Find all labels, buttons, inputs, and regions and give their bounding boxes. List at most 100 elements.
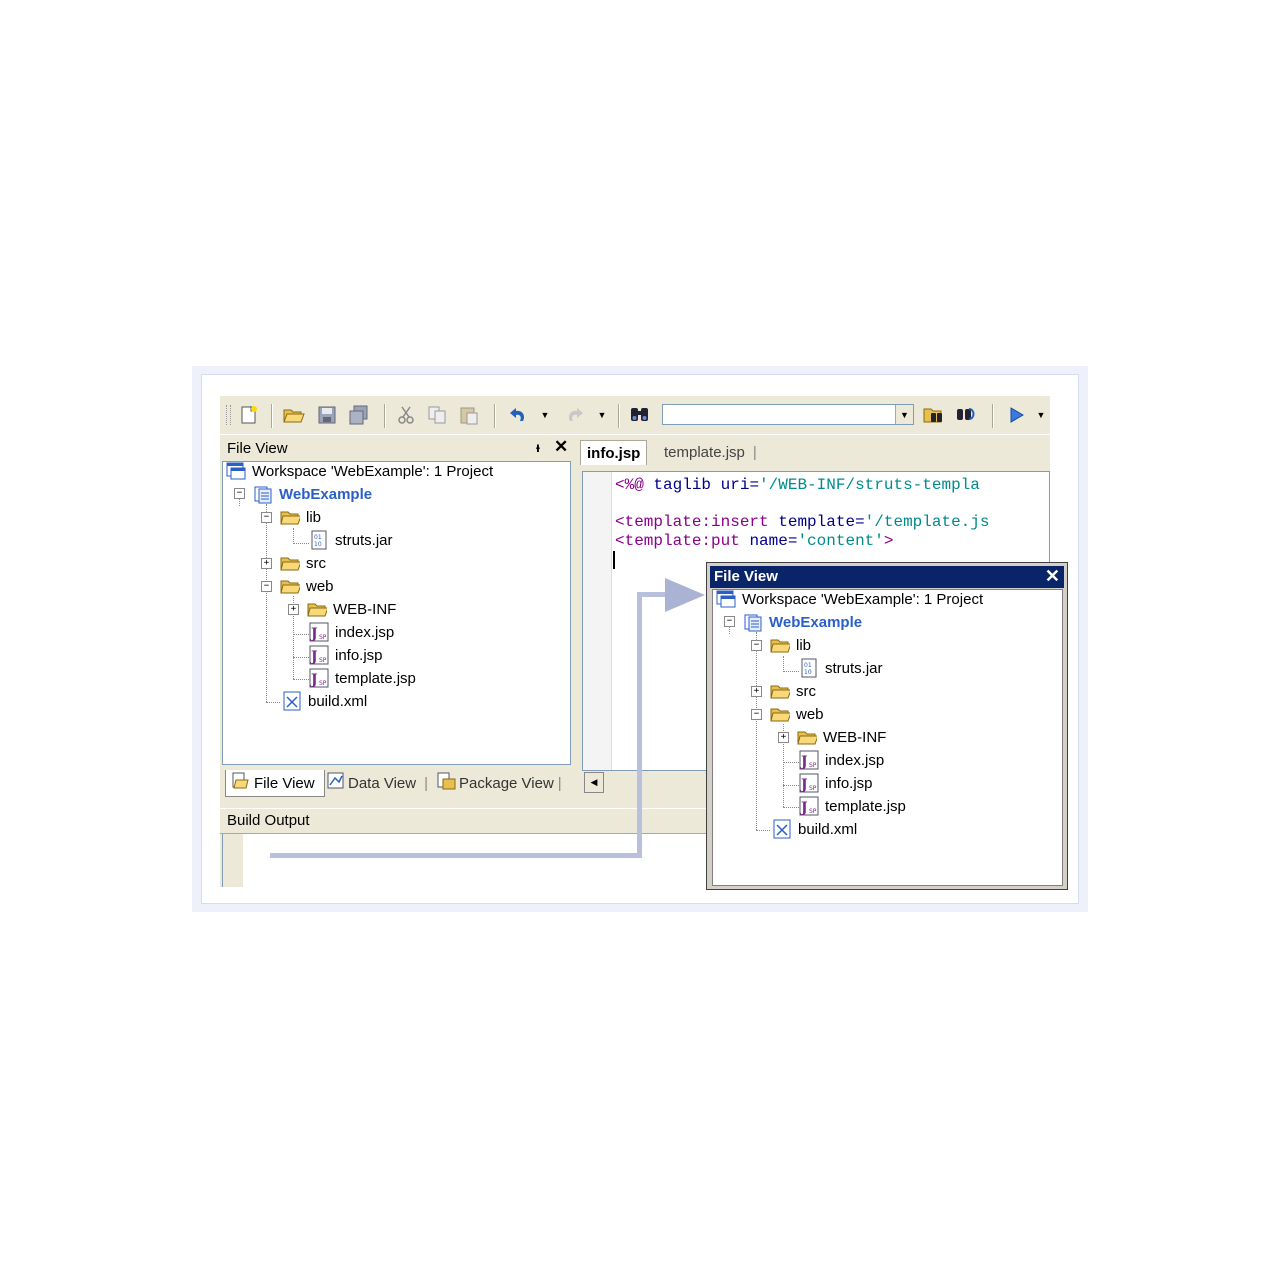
close-icon[interactable]: ✕ xyxy=(1045,566,1060,587)
collapse-icon[interactable]: − xyxy=(261,512,272,523)
tab-file-view[interactable]: File View xyxy=(225,770,325,797)
tree-item-label: src xyxy=(796,682,816,700)
svg-text:SP: SP xyxy=(319,680,327,687)
svg-text:J: J xyxy=(309,672,318,688)
jsp-file-icon: J SP xyxy=(799,796,819,816)
collapse-icon[interactable]: − xyxy=(751,640,762,651)
search-combo[interactable]: ▼ xyxy=(662,404,914,425)
file-view-icon xyxy=(232,772,250,794)
svg-text:J: J xyxy=(799,777,808,793)
workspace-icon xyxy=(226,461,246,481)
tree-item-label: lib xyxy=(796,636,812,654)
tab-label: info.jsp xyxy=(587,444,641,462)
editor-tabs: info.jsp template.jsp | xyxy=(578,437,1050,465)
undo-icon[interactable] xyxy=(506,403,530,427)
tree-item-web[interactable]: web xyxy=(770,703,824,725)
collapse-icon[interactable]: − xyxy=(724,616,735,627)
folder-icon xyxy=(307,599,327,619)
folder-icon xyxy=(770,704,790,724)
svg-text:J: J xyxy=(309,626,318,642)
tree-item-template-jsp[interactable]: J SP template.jsp xyxy=(799,795,906,817)
cut-icon[interactable] xyxy=(394,403,418,427)
find-in-files-icon[interactable] xyxy=(922,403,946,427)
tab-package-view[interactable]: Package View | xyxy=(437,770,562,796)
tree-item-label: src xyxy=(306,554,326,572)
tree-item-web-inf[interactable]: WEB-INF xyxy=(797,726,886,748)
collapse-icon[interactable]: − xyxy=(261,581,272,592)
tree-item-project[interactable]: WebExample xyxy=(253,483,372,505)
floating-titlebar[interactable]: File View ✕ xyxy=(710,566,1064,588)
paste-icon[interactable] xyxy=(457,403,481,427)
tab-info-jsp[interactable]: info.jsp xyxy=(580,440,648,465)
jar-file-icon: 01 10 xyxy=(309,530,329,550)
tree-item-struts-jar[interactable]: 01 10 struts.jar xyxy=(799,657,883,679)
jsp-file-icon: J SP xyxy=(799,750,819,770)
undo-dropdown-icon[interactable]: ▼ xyxy=(540,403,550,427)
run-icon[interactable] xyxy=(1004,403,1028,427)
project-icon xyxy=(253,484,273,504)
folder-icon xyxy=(770,681,790,701)
tree-item-build-xml[interactable]: build.xml xyxy=(772,818,857,840)
tree-item-lib[interactable]: lib xyxy=(770,634,811,656)
pin-icon[interactable]: ᵻ xyxy=(536,439,540,455)
run-dropdown-icon[interactable]: ▼ xyxy=(1036,403,1046,427)
save-all-icon[interactable] xyxy=(347,403,371,427)
svg-text:01: 01 xyxy=(314,534,322,541)
tree-item-lib[interactable]: lib xyxy=(280,506,321,528)
tree-item-build-xml[interactable]: build.xml xyxy=(282,690,367,712)
tree-item-label: web xyxy=(796,705,824,723)
tree-item-src[interactable]: src xyxy=(280,552,326,574)
expand-icon[interactable]: + xyxy=(288,604,299,615)
redo-dropdown-icon[interactable]: ▼ xyxy=(597,403,607,427)
project-icon xyxy=(743,612,763,632)
collapse-icon[interactable]: − xyxy=(751,709,762,720)
tree-item-workspace[interactable]: Workspace 'WebExample': 1 Project xyxy=(716,588,983,610)
tree-item-index-jsp[interactable]: J SP index.jsp xyxy=(799,749,884,771)
tree-item-web[interactable]: web xyxy=(280,575,334,597)
tree-item-info-jsp[interactable]: J SP info.jsp xyxy=(309,644,383,666)
save-icon[interactable] xyxy=(315,403,339,427)
tree-item-struts-jar[interactable]: 01 10 struts.jar xyxy=(309,529,393,551)
folder-icon xyxy=(280,553,300,573)
expand-icon[interactable]: + xyxy=(778,732,789,743)
package-view-icon xyxy=(437,772,457,794)
xml-file-icon xyxy=(772,819,792,839)
tab-template-jsp[interactable]: template.jsp | xyxy=(664,440,757,464)
svg-text:01: 01 xyxy=(804,662,812,669)
tree-item-label: index.jsp xyxy=(335,623,395,641)
editor-gutter xyxy=(583,472,612,770)
toolbar-grip[interactable] xyxy=(226,405,231,425)
tree-item-template-jsp[interactable]: J SP template.jsp xyxy=(309,667,416,689)
folder-icon xyxy=(797,727,817,747)
tree-item-label: WebExample xyxy=(769,613,863,631)
replace-icon[interactable] xyxy=(954,403,978,427)
file-tree: Workspace 'WebExample': 1 Project − WebE… xyxy=(222,461,571,765)
expand-icon[interactable]: + xyxy=(751,686,762,697)
scroll-left-icon[interactable]: ◀ xyxy=(584,772,604,793)
svg-text:SP: SP xyxy=(809,808,817,815)
tree-item-web-inf[interactable]: WEB-INF xyxy=(307,598,396,620)
tree-item-index-jsp[interactable]: J SP index.jsp xyxy=(309,621,394,643)
toolbar: ▼ ▼ ▼ ▼ xyxy=(220,396,1050,435)
redo-icon[interactable] xyxy=(563,403,587,427)
find-icon[interactable] xyxy=(628,403,652,427)
tree-item-src[interactable]: src xyxy=(770,680,816,702)
jar-file-icon: 01 10 xyxy=(799,658,819,678)
collapse-icon[interactable]: − xyxy=(234,488,245,499)
floating-title: File View xyxy=(714,568,778,585)
toolbar-separator xyxy=(384,404,386,428)
tree-item-project[interactable]: WebExample xyxy=(743,611,862,633)
tab-data-view[interactable]: Data View | xyxy=(327,770,428,796)
copy-icon[interactable] xyxy=(425,403,449,427)
new-file-icon[interactable] xyxy=(237,403,261,427)
close-icon[interactable]: ✕ xyxy=(554,437,568,457)
xml-file-icon xyxy=(282,691,302,711)
open-folder-icon[interactable] xyxy=(282,403,306,427)
folder-icon xyxy=(770,635,790,655)
code-line-1: <%@ taglib uri='/WEB-INF/struts-templa xyxy=(615,476,980,494)
chevron-down-icon[interactable]: ▼ xyxy=(895,405,913,424)
tree-item-label: WebExample xyxy=(279,485,373,503)
expand-icon[interactable]: + xyxy=(261,558,272,569)
tree-item-info-jsp[interactable]: J SP info.jsp xyxy=(799,772,873,794)
tree-item-workspace[interactable]: Workspace 'WebExample': 1 Project xyxy=(226,460,493,482)
